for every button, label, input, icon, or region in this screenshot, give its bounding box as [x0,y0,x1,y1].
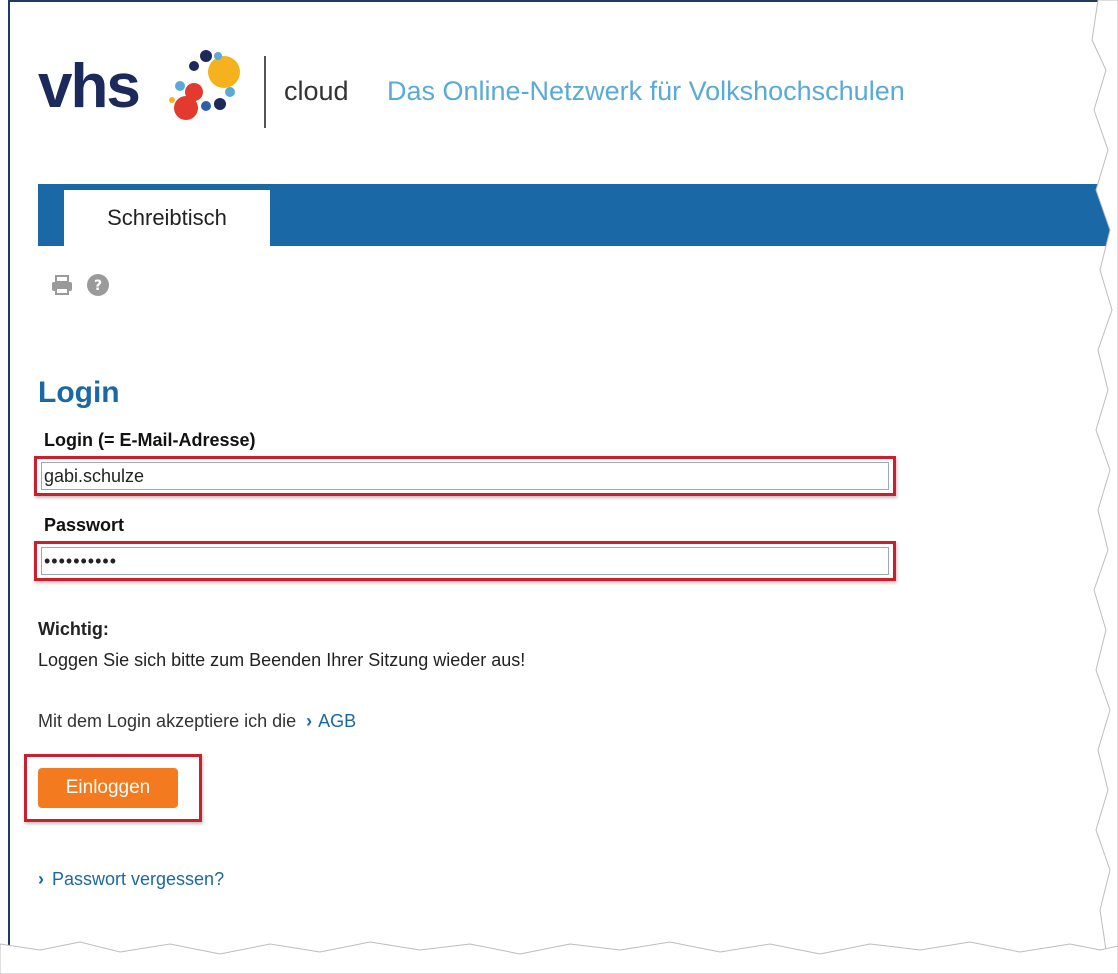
torn-edge-decoration [0,0,1118,974]
